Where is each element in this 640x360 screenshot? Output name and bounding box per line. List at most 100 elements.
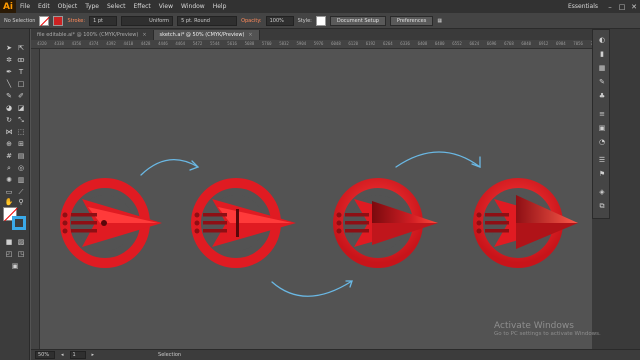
eyedropper-icon[interactable]: ⌕ [4,163,14,173]
artboard-number-field[interactable]: 1 [69,351,86,359]
stroke-weight-field[interactable]: 1 pt [89,15,118,26]
close-button[interactable]: ✕ [628,3,640,11]
hand-tool-icon[interactable]: ✋ [4,197,14,207]
horizontal-ruler[interactable]: 4320 4338 4356 4374 4392 4410 4428 4446 4464 5472… [31,40,592,49]
symbols-panel-icon[interactable]: ♣ [597,92,607,100]
lasso-tool-icon[interactable]: ꝏ [16,55,26,65]
symbol-sprayer-icon[interactable]: ✺ [4,175,14,185]
menu-help[interactable]: Help [209,3,231,10]
minimize-button[interactable]: – [604,3,616,11]
gradient-tool-icon[interactable]: ▤ [16,151,26,161]
tab-file-editable[interactable]: file editable.ai* @ 100% (CMYK/Preview) … [31,30,154,40]
menu-file[interactable]: File [16,3,34,10]
color-mode-icon[interactable]: ■ [4,237,14,247]
current-tool-status: Selection [158,352,182,358]
workspace-switcher[interactable]: Essentials [568,3,598,10]
screen-mode-icon[interactable]: ▣ [10,261,20,271]
artboard-tool-icon[interactable]: ▭ [4,187,14,197]
gradient-mode-icon[interactable]: ▨ [16,237,26,247]
ruler-tick-label: 6912 [538,41,549,46]
stroke-label[interactable]: Stroke: [67,18,85,24]
preferences-button[interactable]: Preferences [389,15,434,26]
next-artboard-icon[interactable]: ▸ [92,352,95,358]
stroke-profile-dropdown[interactable]: Uniform [121,15,174,26]
pen-tool-icon[interactable]: ✒ [4,67,14,77]
blob-brush-icon[interactable]: ◕ [4,103,14,113]
ruler-tick-label: 6984 [556,41,566,46]
target-icon-1[interactable] [60,178,163,268]
zoom-dropdown[interactable]: 50% [35,351,55,359]
perspective-grid-icon[interactable]: ⊞ [16,139,26,149]
draw-mode-icon[interactable]: ◰ [4,249,14,259]
tab-sketch[interactable]: sketch.ai* @ 50% (CMYK/Preview) × [153,30,260,40]
menu-object[interactable]: Object [54,3,82,10]
artboards-panel-icon[interactable]: ⧉ [597,202,607,210]
ruler-tick-label: 4356 [71,41,82,46]
selection-tool-icon[interactable]: ➤ [4,43,14,53]
paintbrush-tool-icon[interactable]: ✎ [4,91,14,101]
zoom-tool-icon[interactable]: ⚲ [16,197,26,207]
artboard-canvas[interactable] [40,49,592,349]
rectangle-tool-icon[interactable]: □ [16,79,26,89]
menu-select[interactable]: Select [103,3,130,10]
close-tab-icon[interactable]: × [248,32,252,38]
swatches-panel-icon[interactable]: ▦ [597,64,607,72]
opacity-field[interactable]: 100% [265,15,294,26]
prev-artboard-icon[interactable]: ◂ [61,352,64,358]
ruler-tick-label: 6480 [434,41,445,46]
rotate-tool-icon[interactable]: ↻ [4,115,14,125]
color-panel-icon[interactable]: ◐ [597,36,607,44]
fill-swatch[interactable] [39,15,50,26]
gradient-panel-icon[interactable]: ▣ [597,124,607,132]
scale-tool-icon[interactable]: ⤡ [16,115,26,125]
free-transform-icon[interactable]: ⬚ [16,127,26,137]
mesh-tool-icon[interactable]: # [4,151,14,161]
stroke-color-box[interactable] [12,216,26,230]
draw-inside-icon[interactable]: ◳ [16,249,26,259]
menu-edit[interactable]: Edit [34,3,54,10]
pencil-tool-icon[interactable]: ✐ [16,91,26,101]
target-icon-4[interactable] [473,178,579,268]
menu-type[interactable]: Type [81,3,103,10]
watermark-subtitle: Go to PC settings to activate Windows. [494,331,601,337]
arrange-icon[interactable]: ▦ [437,18,442,24]
document-setup-button[interactable]: Document Setup [329,15,386,26]
layers-panel-icon[interactable]: ◈ [597,188,607,196]
ruler-tick-label: 5544 [210,41,220,46]
slice-tool-icon[interactable]: ⟋ [16,187,26,197]
direct-selection-tool-icon[interactable]: ⇱ [16,43,26,53]
color-guide-icon[interactable]: ▮ [597,50,607,58]
appearance-panel-icon[interactable]: ☰ [597,156,607,164]
opacity-label[interactable]: Opacity: [241,18,262,24]
stroke-panel-icon[interactable]: ≡ [597,110,607,118]
panel-icons-column: ◐ ▮ ▦ ✎ ♣ ≡ ▣ ◔ ☰ ⚑ ◈ ⧉ [592,29,610,219]
ruler-tick-label: 4428 [140,41,151,46]
width-tool-icon[interactable]: ⋈ [4,127,14,137]
arrow-1-2 [140,159,199,176]
menu-view[interactable]: View [155,3,177,10]
ruler-tick-label: 6768 [504,41,514,46]
style-swatch[interactable] [315,15,326,26]
menu-effect[interactable]: Effect [130,3,155,10]
ruler-tick-label: 4320 [37,41,47,46]
ruler-tick-label: 5760 [261,41,272,46]
brush-dropdown[interactable]: 5 pt. Round [177,15,238,26]
transparency-panel-icon[interactable]: ◔ [597,138,607,146]
maximize-button[interactable]: □ [616,3,628,11]
fill-stroke-selector[interactable] [3,207,27,231]
graphic-styles-icon[interactable]: ⚑ [597,170,607,178]
close-tab-icon[interactable]: × [142,32,146,38]
blend-tool-icon[interactable]: ◎ [16,163,26,173]
brushes-panel-icon[interactable]: ✎ [597,78,607,86]
graph-tool-icon[interactable]: ▥ [16,175,26,185]
target-icon-3[interactable] [333,178,439,268]
stroke-swatch[interactable] [53,15,64,26]
menu-window[interactable]: Window [177,3,209,10]
eraser-tool-icon[interactable]: ◪ [16,103,26,113]
shape-builder-icon[interactable]: ⊕ [4,139,14,149]
target-icon-2[interactable] [191,178,297,268]
magic-wand-icon[interactable]: ✲ [4,55,14,65]
vertical-ruler[interactable] [31,49,40,349]
type-tool-icon[interactable]: T [16,67,26,77]
line-tool-icon[interactable]: ╲ [4,79,14,89]
